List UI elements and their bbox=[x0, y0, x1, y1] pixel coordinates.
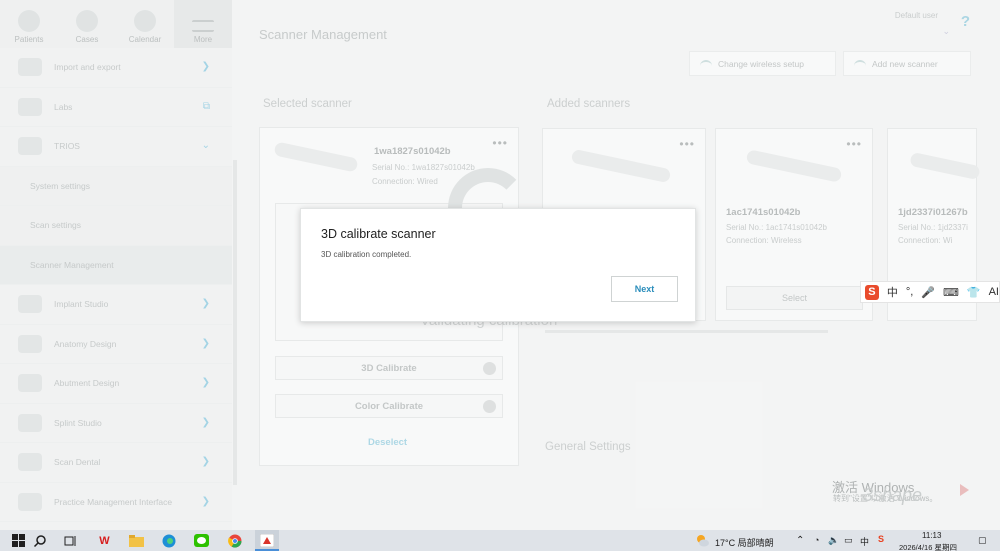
sogou-tray-icon[interactable]: S bbox=[878, 534, 884, 544]
volume-icon[interactable]: 🔈 bbox=[828, 535, 839, 546]
taskbar: W 17°C 局部晴朗 ⌃ ◔ 🔈 ▭ 中 S 11:13 2026/4/16 … bbox=[0, 530, 1000, 551]
clock-time[interactable]: 11:13 bbox=[922, 531, 941, 540]
task-view-icon[interactable] bbox=[62, 532, 79, 549]
clock-date[interactable]: 2026/4/16 星期四 bbox=[899, 542, 967, 551]
wps-office-icon[interactable]: W bbox=[96, 532, 113, 549]
windows-start-icon[interactable] bbox=[10, 532, 27, 549]
dialog-title: 3D calibrate scanner bbox=[321, 227, 436, 241]
edge-browser-icon[interactable] bbox=[160, 532, 177, 549]
weather-icon[interactable] bbox=[694, 532, 711, 549]
notification-icon[interactable]: ▢ bbox=[978, 535, 987, 546]
chevron-up-icon[interactable]: ⌃ bbox=[796, 535, 804, 546]
chrome-icon[interactable] bbox=[226, 532, 243, 549]
calibrate-dialog: 3D calibrate scanner 3D calibration comp… bbox=[300, 208, 696, 322]
display-icon[interactable]: ▭ bbox=[844, 535, 853, 546]
search-icon[interactable] bbox=[31, 532, 48, 549]
3shape-app-icon[interactable] bbox=[258, 532, 275, 549]
ime-language-indicator[interactable]: 中 bbox=[860, 535, 869, 548]
next-button[interactable]: Next bbox=[611, 276, 678, 302]
weather-text[interactable]: 17°C 局部晴朗 bbox=[715, 536, 774, 549]
wechat-icon[interactable] bbox=[193, 532, 210, 549]
network-icon[interactable]: ◔ bbox=[814, 535, 819, 545]
file-explorer-icon[interactable] bbox=[128, 532, 145, 549]
dialog-message: 3D calibration completed. bbox=[321, 250, 412, 259]
